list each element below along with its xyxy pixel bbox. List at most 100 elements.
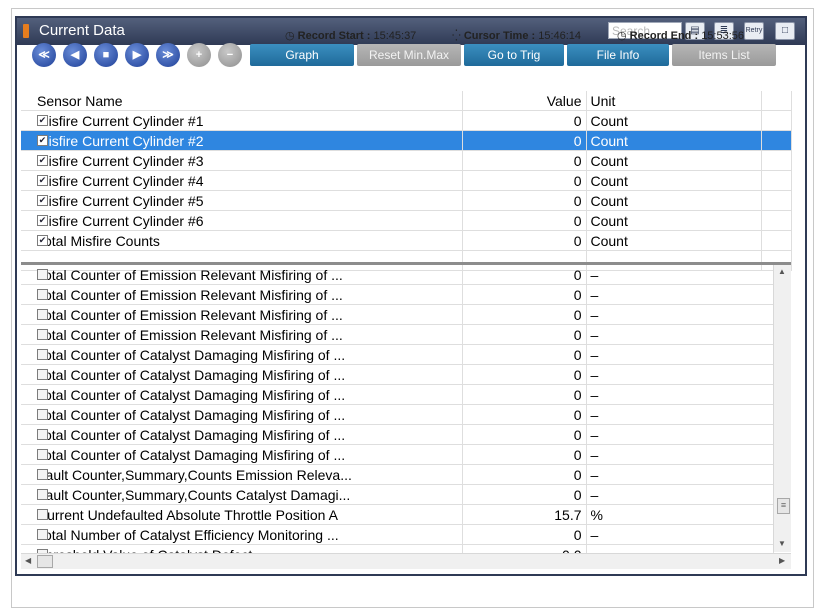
checkbox-checked-icon[interactable]: ✔ xyxy=(37,195,48,206)
sensor-name-cell: ✔ Misfire Current Cylinder #3 xyxy=(21,150,463,171)
sensor-unit: – xyxy=(586,324,774,345)
add-icon[interactable]: + xyxy=(187,43,211,67)
sensor-unit: – xyxy=(586,304,774,325)
table-row[interactable]: ✔ Misfire Current Cylinder #5 0 Count xyxy=(21,190,792,211)
checkbox-icon[interactable] xyxy=(37,269,48,280)
checkbox-icon[interactable] xyxy=(37,449,48,460)
scroll-right-icon[interactable]: ▶ xyxy=(779,556,785,565)
checkbox-checked-icon[interactable]: ✔ xyxy=(37,115,48,126)
table-row[interactable]: ✔ Misfire Current Cylinder #3 0 Count xyxy=(21,150,792,171)
table-row[interactable]: ✔ Misfire Current Cylinder #1 0 Count xyxy=(21,110,792,131)
table-row[interactable]: Total Counter of Emission Relevant Misfi… xyxy=(21,265,774,285)
checkbox-checked-icon[interactable]: ✔ xyxy=(37,175,48,186)
sensor-name-cell: Current Undefaulted Absolute Throttle Po… xyxy=(21,504,463,525)
vertical-scrollbar[interactable]: ▲ ≡ ▼ xyxy=(773,265,791,552)
prev-icon[interactable]: ◀ xyxy=(63,43,87,67)
scroll-left-icon[interactable]: ◀ xyxy=(25,556,31,565)
sensor-value: 0 xyxy=(462,210,587,231)
sensor-name-cell: Total Counter of Emission Relevant Misfi… xyxy=(21,324,463,345)
scroll-up-icon[interactable]: ▲ xyxy=(778,267,786,276)
checkbox-icon[interactable] xyxy=(37,469,48,480)
table-row[interactable]: Total Counter of Catalyst Damaging Misfi… xyxy=(21,344,774,365)
next-icon[interactable]: ▶ xyxy=(125,43,149,67)
sensor-name: Fault Counter,Summary,Counts Emission Re… xyxy=(37,466,352,483)
sensor-name-cell: ✔ Misfire Current Cylinder #4 xyxy=(21,170,463,191)
sensor-value: 0 xyxy=(462,284,587,305)
table-row[interactable]: ✔ Misfire Current Cylinder #6 0 Count xyxy=(21,210,792,231)
record-start: ◷ Record Start : 15:45:37 xyxy=(285,30,417,42)
scroll-thumb[interactable]: ≡ xyxy=(777,498,790,514)
stop-icon[interactable]: ■ xyxy=(94,43,118,67)
checkbox-icon[interactable] xyxy=(37,429,48,440)
table-row[interactable]: Total Counter of Catalyst Damaging Misfi… xyxy=(21,444,774,465)
table-row[interactable]: Total Counter of Catalyst Damaging Misfi… xyxy=(21,364,774,385)
checkbox-checked-icon[interactable]: ✔ xyxy=(37,215,48,226)
table-row[interactable]: Fault Counter,Summary,Counts Catalyst Da… xyxy=(21,484,774,505)
checkbox-icon[interactable] xyxy=(37,369,48,380)
column-sensor-name[interactable]: Sensor Name xyxy=(21,91,463,111)
reset-minmax-button[interactable]: Reset Min.Max xyxy=(357,44,461,66)
sensor-unit: – xyxy=(586,404,774,425)
sensor-value: 0 xyxy=(462,265,587,285)
table-row[interactable]: Fault Counter,Summary,Counts Emission Re… xyxy=(21,464,774,485)
table-row[interactable]: Total Counter of Catalyst Damaging Misfi… xyxy=(21,384,774,405)
checkbox-icon[interactable] xyxy=(37,349,48,360)
table-row[interactable]: Total Counter of Emission Relevant Misfi… xyxy=(21,304,774,325)
sensor-name: Misfire Current Cylinder #5 xyxy=(37,192,204,209)
column-value[interactable]: Value xyxy=(462,91,587,111)
sensor-unit: – xyxy=(586,444,774,465)
table-row[interactable]: Total Number of Catalyst Efficiency Moni… xyxy=(21,524,774,545)
scroll-down-icon[interactable]: ▼ xyxy=(778,539,786,548)
graph-button[interactable]: Graph xyxy=(250,44,354,66)
table-row[interactable]: Total Counter of Emission Relevant Misfi… xyxy=(21,324,774,345)
cursor-time: ⁛ Cursor Time : 15:46:14 xyxy=(452,30,582,42)
sensor-name-cell: Fault Counter,Summary,Counts Catalyst Da… xyxy=(21,484,463,505)
row-filler xyxy=(761,150,792,171)
sensor-unit: Count xyxy=(586,230,762,251)
table-row[interactable]: Total Counter of Catalyst Damaging Misfi… xyxy=(21,424,774,445)
clock-icon: ◷ xyxy=(285,30,295,42)
checkbox-icon[interactable] xyxy=(37,389,48,400)
checkbox-icon[interactable] xyxy=(37,289,48,300)
items-list-button[interactable]: Items List xyxy=(672,44,776,66)
sensor-name: Total Counter of Emission Relevant Misfi… xyxy=(37,286,343,303)
row-filler xyxy=(761,190,792,211)
sensor-value: 0 xyxy=(462,230,587,251)
sensor-name: Total Counter of Catalyst Damaging Misfi… xyxy=(37,346,346,363)
checkbox-icon[interactable] xyxy=(37,529,48,540)
table-row[interactable]: Total Counter of Catalyst Damaging Misfi… xyxy=(21,404,774,425)
checkbox-checked-icon[interactable]: ✔ xyxy=(37,235,48,246)
go-to-trig-button[interactable]: Go to Trig xyxy=(464,44,564,66)
sensor-name: Total Misfire Counts xyxy=(37,232,160,249)
sensor-unit: Count xyxy=(586,130,762,151)
checkbox-checked-icon[interactable]: ✔ xyxy=(37,135,48,146)
sensor-name: Total Counter of Catalyst Damaging Misfi… xyxy=(37,426,346,443)
checkbox-icon[interactable] xyxy=(37,489,48,500)
maximize-icon[interactable]: □ xyxy=(775,22,795,40)
checkbox-icon[interactable] xyxy=(37,509,48,520)
checkbox-checked-icon[interactable]: ✔ xyxy=(37,155,48,166)
sensor-name-cell: ✔ Misfire Current Cylinder #5 xyxy=(21,190,463,211)
sensor-name-cell: Total Counter of Catalyst Damaging Misfi… xyxy=(21,444,463,465)
hscroll-thumb[interactable] xyxy=(37,555,53,568)
first-icon[interactable]: ≪ xyxy=(32,43,56,67)
file-info-button[interactable]: File Info xyxy=(567,44,669,66)
retry-icon[interactable]: Retry xyxy=(744,22,764,40)
checkbox-icon[interactable] xyxy=(37,409,48,420)
table-row[interactable]: Total Counter of Emission Relevant Misfi… xyxy=(21,284,774,305)
horizontal-scrollbar[interactable]: ◀ ▶ xyxy=(21,553,791,569)
checkbox-icon[interactable] xyxy=(37,329,48,340)
checkbox-icon[interactable] xyxy=(37,309,48,320)
row-filler xyxy=(761,210,792,231)
sensor-unit: – xyxy=(586,364,774,385)
table-row[interactable]: ✔ Misfire Current Cylinder #2 0 Count xyxy=(21,130,792,151)
last-icon[interactable]: ≫ xyxy=(156,43,180,67)
table-row[interactable]: ✔ Total Misfire Counts 0 Count xyxy=(21,230,792,251)
table-row[interactable]: Current Undefaulted Absolute Throttle Po… xyxy=(21,504,774,525)
sensor-name-cell: Total Counter of Emission Relevant Misfi… xyxy=(21,265,463,285)
table-row[interactable]: ✔ Misfire Current Cylinder #4 0 Count xyxy=(21,170,792,191)
remove-icon[interactable]: − xyxy=(218,43,242,67)
sensor-value: 15.7 xyxy=(462,504,587,525)
column-unit[interactable]: Unit xyxy=(586,91,762,111)
sensor-unit: – xyxy=(586,284,774,305)
